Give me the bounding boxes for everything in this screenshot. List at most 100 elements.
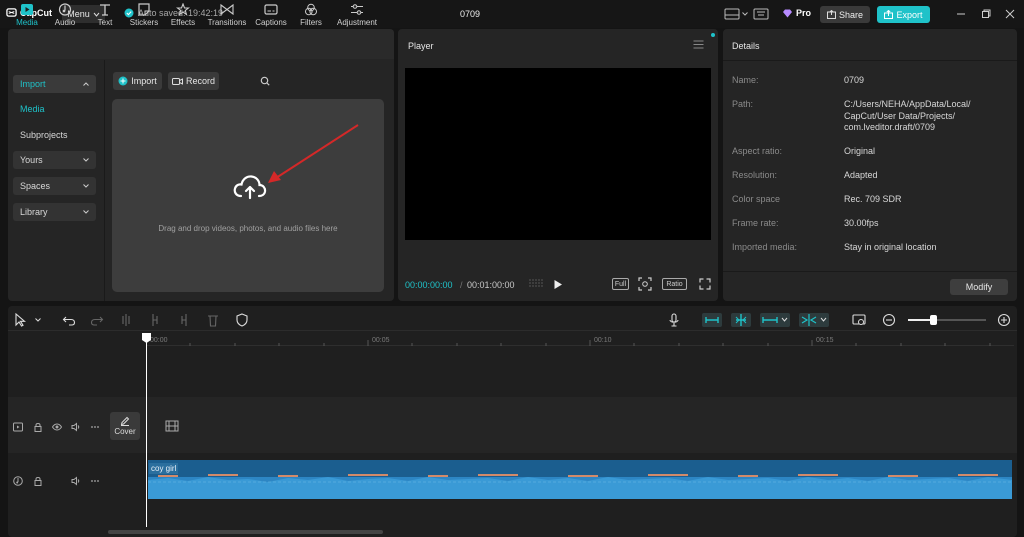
tab-transitions-label: Transitions — [207, 18, 247, 27]
audio-lock-icon[interactable] — [33, 476, 43, 486]
split-icon[interactable] — [119, 313, 133, 327]
current-timecode: 00:00:00:00 — [405, 280, 453, 290]
keyboard-icon[interactable] — [753, 8, 769, 20]
sidebar-item-library[interactable]: Library — [13, 203, 96, 221]
ratio-button[interactable]: Ratio — [662, 278, 687, 290]
detail-label-framerate: Frame rate: — [732, 218, 779, 228]
delete-icon[interactable] — [206, 313, 220, 327]
sidebar-item-media[interactable]: Media — [13, 100, 96, 118]
sidebar-import-label: Import — [20, 79, 46, 89]
tab-filters[interactable]: Filters — [292, 3, 330, 30]
modify-button[interactable]: Modify — [950, 279, 1008, 295]
expand-icon[interactable] — [699, 278, 711, 290]
preview-axis-icon[interactable] — [799, 313, 829, 327]
detail-value-path: C:/Users/NEHA/AppData/Local/ CapCut/User… — [844, 99, 971, 132]
zoom-slider-track[interactable] — [934, 319, 986, 321]
export-button[interactable]: Export — [877, 6, 930, 23]
search-icon[interactable] — [260, 76, 270, 86]
audio-more-icon[interactable] — [90, 476, 100, 486]
detail-value-framerate: 30.00fps — [844, 218, 879, 228]
import-button[interactable]: Import — [113, 72, 162, 90]
details-divider — [723, 60, 1017, 61]
eye-icon[interactable] — [52, 422, 62, 432]
trim-left-icon[interactable] — [148, 313, 162, 327]
linkage-icon[interactable] — [760, 313, 790, 327]
tab-captions[interactable]: Captions — [252, 3, 290, 30]
waveform-grid-icon[interactable] — [528, 279, 544, 289]
tab-effects[interactable]: Effects — [164, 3, 202, 30]
undo-icon[interactable] — [62, 313, 76, 327]
layout-icon[interactable] — [724, 8, 740, 20]
import-button-label: Import — [131, 76, 157, 86]
sidebar-item-subprojects[interactable]: Subprojects — [13, 126, 96, 144]
maximize-icon[interactable] — [980, 8, 992, 20]
tab-stickers[interactable]: Stickers — [125, 3, 163, 30]
fullscreen-quality-button[interactable]: Full — [612, 278, 629, 290]
tab-stickers-label: Stickers — [129, 18, 159, 27]
tab-audio[interactable]: Audio — [46, 3, 84, 30]
share-button[interactable]: Share — [820, 6, 870, 23]
plus-circle-icon — [118, 76, 128, 86]
shield-icon[interactable] — [235, 313, 249, 327]
microphone-icon[interactable] — [667, 313, 681, 327]
more-icon[interactable] — [90, 422, 100, 432]
zoom-in-icon[interactable] — [997, 313, 1011, 327]
detail-value-aspect: Original — [844, 146, 876, 156]
details-panel — [723, 29, 1017, 301]
layout-chevron-icon[interactable] — [742, 12, 748, 16]
chevron-down-icon — [83, 158, 89, 162]
lock-icon[interactable] — [33, 422, 43, 432]
tab-captions-label: Captions — [255, 18, 287, 27]
tab-media[interactable]: Media — [8, 3, 46, 30]
select-cursor-icon[interactable] — [14, 313, 28, 327]
detail-value-name: 0709 — [844, 75, 865, 85]
playhead[interactable] — [146, 333, 147, 527]
export-icon — [884, 10, 894, 19]
upload-cloud-icon[interactable] — [232, 172, 268, 202]
detail-value-resolution: Adapted — [844, 170, 878, 180]
play-icon[interactable] — [553, 279, 563, 290]
tab-adjustment[interactable]: Adjustment — [333, 3, 381, 30]
audio-speaker-icon[interactable] — [71, 476, 81, 486]
zoom-slider-handle[interactable] — [930, 315, 937, 325]
film-icon — [165, 420, 179, 432]
tab-effects-label: Effects — [170, 18, 196, 27]
sidebar-item-spaces[interactable]: Spaces — [13, 177, 96, 195]
record-button[interactable]: Record — [168, 72, 219, 90]
tab-filters-label: Filters — [300, 18, 322, 27]
detail-label-name: Name: — [732, 75, 759, 85]
detail-label-path: Path: — [732, 99, 754, 109]
redo-icon[interactable] — [90, 313, 104, 327]
audio-clip[interactable] — [148, 460, 1012, 499]
video-preview[interactable] — [405, 68, 711, 240]
timeline-scrollbar[interactable] — [108, 530, 383, 534]
zoom-out-icon[interactable] — [882, 313, 896, 327]
tab-transitions[interactable]: Transitions — [207, 3, 247, 30]
cover-button[interactable]: Cover — [110, 412, 140, 440]
timecode-separator: / — [460, 280, 463, 290]
sidebar-media-label: Media — [20, 104, 45, 114]
focus-crop-icon[interactable] — [638, 277, 652, 291]
export-label: Export — [896, 9, 923, 20]
detail-label-colorspace: Color space — [732, 194, 781, 204]
sidebar-item-import[interactable]: Import — [13, 75, 96, 93]
cursor-chevron-icon[interactable] — [35, 318, 41, 322]
trim-right-icon[interactable] — [177, 313, 191, 327]
speaker-icon[interactable] — [71, 422, 81, 432]
auto-snap-icon[interactable] — [731, 313, 751, 327]
tab-text[interactable]: Text — [86, 3, 124, 30]
audio-icon — [58, 3, 72, 16]
zoom-fit-icon[interactable] — [852, 313, 866, 327]
timeline-toolbar-divider — [8, 330, 1017, 331]
pro-badge[interactable]: Pro — [782, 8, 811, 18]
detail-label-aspect: Aspect ratio: — [732, 146, 783, 156]
pencil-icon — [120, 416, 130, 426]
sidebar-library-label: Library — [20, 207, 48, 217]
close-icon[interactable] — [1004, 8, 1016, 20]
sidebar-item-yours[interactable]: Yours — [13, 151, 96, 169]
sidebar-divider — [104, 60, 105, 301]
tab-text-label: Text — [97, 18, 113, 27]
hamburger-menu-icon[interactable] — [693, 40, 704, 49]
main-track-magnet-icon[interactable] — [702, 313, 722, 327]
minimize-icon[interactable] — [955, 8, 967, 20]
